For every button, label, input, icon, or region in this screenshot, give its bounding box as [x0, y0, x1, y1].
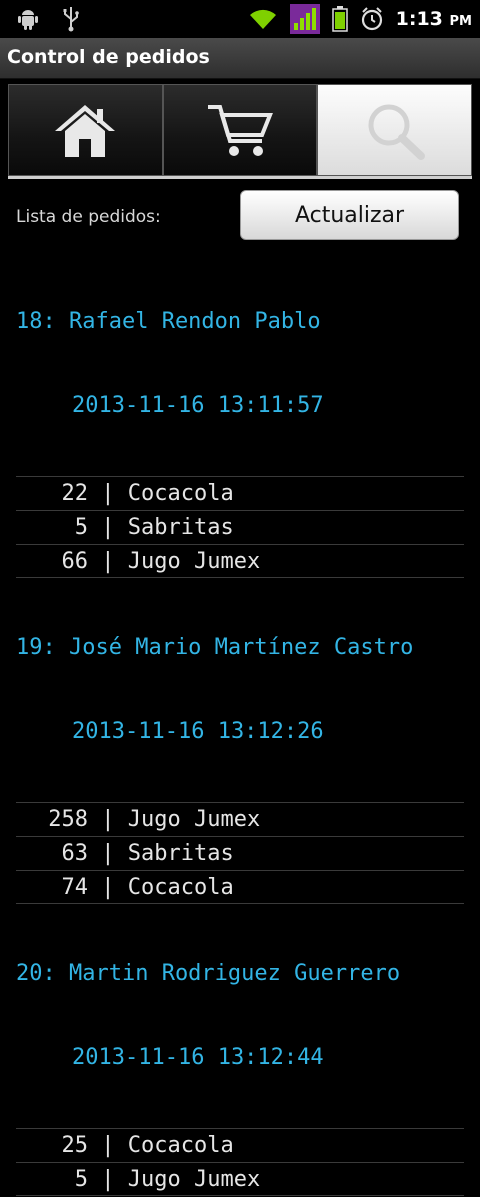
item-qty: 22 [61, 481, 89, 506]
item-qty: 5 [74, 515, 88, 540]
item-qty: 74 [61, 875, 89, 900]
item-product: Cocacola [127, 1133, 234, 1158]
order-header[interactable]: 20: Martin Rodriguez Guerrero 2013-11-16… [0, 904, 480, 1128]
clock: 1:13 PM [395, 8, 472, 30]
item-product: Jugo Jumex [127, 807, 261, 832]
order-list: 18: Rafael Rendon Pablo 2013-11-16 13:11… [0, 252, 480, 1196]
home-icon [55, 105, 116, 157]
list-item[interactable]: 25 | Cocacola [16, 1128, 464, 1162]
order-date: 2013-11-16 13:12:44 [72, 1045, 324, 1070]
tab-indicator [8, 176, 472, 179]
battery-icon [331, 6, 348, 32]
item-qty: 5 [74, 1167, 88, 1192]
tab-home[interactable] [8, 84, 163, 176]
item-product: Sabritas [127, 515, 234, 540]
list-item[interactable]: 74 | Cocacola [16, 870, 464, 904]
list-item[interactable]: 5 | Sabritas [16, 510, 464, 544]
order-date: 2013-11-16 13:12:26 [72, 719, 324, 744]
item-qty: 66 [61, 549, 89, 574]
list-item[interactable]: 22 | Cocacola [16, 476, 464, 510]
list-label: Lista de pedidos: [16, 207, 161, 227]
item-product: Cocacola [127, 481, 234, 506]
order-customer: 19: José Mario Martínez Castro [16, 635, 414, 660]
order-date: 2013-11-16 13:11:57 [72, 393, 324, 418]
order-header[interactable]: 19: José Mario Martínez Castro 2013-11-1… [0, 578, 480, 802]
order-header[interactable]: 18: Rafael Rendon Pablo 2013-11-16 13:11… [0, 252, 480, 476]
order-items: 25 | Cocacola 5 | Jugo Jumex [0, 1128, 480, 1196]
item-qty: 258 [48, 807, 88, 832]
tab-search[interactable] [317, 84, 473, 176]
item-qty: 25 [61, 1133, 89, 1158]
app-title: Control de pedidos [7, 46, 210, 68]
status-bar: 1:13 PM [0, 0, 480, 38]
tab-cart[interactable] [162, 84, 318, 176]
order-customer: 20: Martin Rodriguez Guerrero [16, 961, 401, 986]
item-product: Sabritas [127, 841, 234, 866]
signal-icon [289, 4, 320, 34]
tab-bar [8, 84, 473, 178]
item-product: Jugo Jumex [127, 549, 261, 574]
list-item[interactable]: 5 | Jugo Jumex [16, 1162, 464, 1196]
order-block: 19: José Mario Martínez Castro 2013-11-1… [0, 578, 480, 904]
refresh-button[interactable]: Actualizar [240, 190, 459, 240]
list-item[interactable]: 258 | Jugo Jumex [16, 802, 464, 836]
usb-icon [63, 7, 79, 32]
order-block: 20: Martin Rodriguez Guerrero 2013-11-16… [0, 904, 480, 1196]
item-qty: 63 [61, 841, 89, 866]
order-block: 18: Rafael Rendon Pablo 2013-11-16 13:11… [0, 252, 480, 578]
item-product: Cocacola [127, 875, 234, 900]
item-product: Jugo Jumex [127, 1167, 261, 1192]
title-bar: Control de pedidos [0, 38, 480, 79]
list-item[interactable]: 63 | Sabritas [16, 836, 464, 870]
cart-icon [208, 105, 273, 156]
android-debug-icon [18, 10, 38, 30]
order-customer: 18: Rafael Rendon Pablo [16, 309, 321, 334]
search-icon [368, 104, 425, 160]
list-item[interactable]: 66 | Jugo Jumex [16, 544, 464, 578]
wifi-icon [249, 9, 276, 29]
order-items: 258 | Jugo Jumex 63 | Sabritas 74 | Coca… [0, 802, 480, 904]
alarm-icon [361, 7, 382, 31]
order-items: 22 | Cocacola 5 | Sabritas 66 | Jugo Jum… [0, 476, 480, 578]
